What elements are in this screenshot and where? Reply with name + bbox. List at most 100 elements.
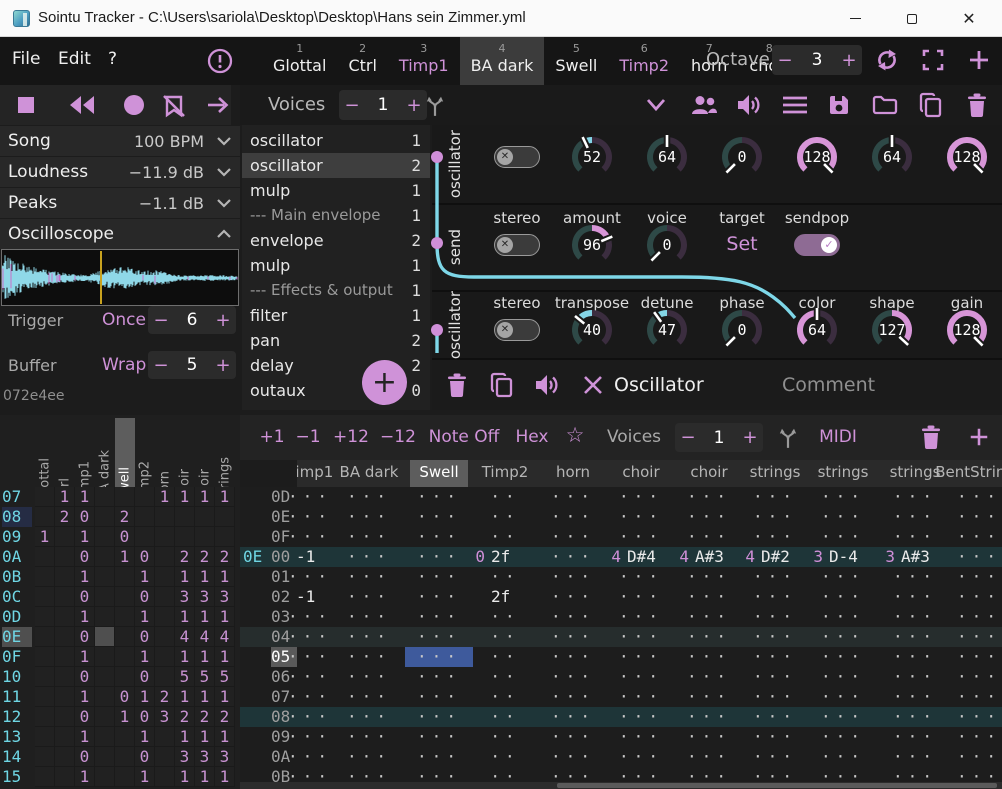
order-cell[interactable] — [35, 667, 55, 687]
empty-cell[interactable]: ··· — [607, 527, 675, 547]
minimize-button[interactable] — [832, 0, 878, 37]
order-cell[interactable]: 5 — [215, 667, 235, 687]
order-cell[interactable] — [35, 607, 55, 627]
order-cell[interactable]: 1 — [75, 607, 95, 627]
order-cell[interactable] — [55, 667, 75, 687]
empty-cell[interactable]: ··· — [881, 687, 949, 707]
order-cell[interactable]: 1 — [135, 727, 155, 747]
order-cell[interactable]: 3 — [215, 587, 235, 607]
order-row-number-11[interactable]: 11 — [2, 687, 32, 707]
order-cell[interactable] — [95, 527, 115, 547]
pattern-voices-minus-button[interactable]: − — [675, 427, 701, 448]
empty-cell[interactable]: ··· — [881, 667, 949, 687]
empty-cell[interactable]: ··· — [276, 727, 344, 747]
empty-cell[interactable]: ··· — [405, 727, 473, 747]
empty-cell[interactable]: ··· — [945, 647, 1002, 667]
order-cell[interactable]: 1 — [115, 547, 135, 567]
rewind-icon[interactable] — [68, 95, 96, 115]
order-cell[interactable] — [35, 647, 55, 667]
empty-cell[interactable]: ··· — [675, 747, 743, 767]
stereo-toggle[interactable]: ✕ — [494, 146, 540, 168]
order-cell[interactable] — [155, 507, 175, 527]
add-unit-button[interactable]: + — [362, 360, 407, 405]
empty-cell[interactable]: ··· — [335, 607, 403, 627]
empty-cell[interactable]: ··· — [675, 627, 743, 647]
order-cell[interactable]: 1 — [195, 487, 215, 507]
order-cell[interactable]: 2 — [155, 687, 175, 707]
copy-icon[interactable] — [919, 92, 943, 118]
order-cell[interactable] — [155, 747, 175, 767]
empty-cell[interactable]: ··· — [607, 607, 675, 627]
empty-cell[interactable]: ··· — [881, 527, 949, 547]
empty-cell[interactable]: ··· — [675, 667, 743, 687]
track-header-strings-7[interactable]: strings — [750, 463, 801, 481]
empty-cell[interactable]: ··· — [675, 527, 743, 547]
empty-cell[interactable]: ··· — [539, 607, 607, 627]
track-header-bentstrings-10[interactable]: BentStrings — [935, 463, 1002, 481]
order-cell[interactable] — [155, 647, 175, 667]
empty-cell[interactable]: ··· — [405, 747, 473, 767]
close-button[interactable]: ✕ — [946, 0, 992, 37]
warning-icon[interactable] — [206, 47, 234, 75]
empty-cell[interactable]: ··· — [809, 727, 877, 747]
order-cell[interactable]: 0 — [75, 747, 95, 767]
empty-cell[interactable]: ··· — [741, 667, 809, 687]
empty-cell[interactable]: ··· — [741, 587, 809, 607]
order-cell[interactable] — [35, 487, 55, 507]
order-cell[interactable] — [95, 767, 115, 787]
song-row[interactable]: Song 100 BPM — [0, 126, 240, 156]
empty-cell[interactable]: ··· — [809, 587, 877, 607]
order-cell[interactable]: 2 — [215, 707, 235, 727]
order-cell[interactable]: 1 — [195, 647, 215, 667]
order-cell[interactable]: 1 — [175, 567, 195, 587]
order-cell[interactable] — [155, 527, 175, 547]
track-header-choir-6[interactable]: choir — [690, 463, 727, 481]
buffer-minus-button[interactable]: − — [148, 355, 174, 376]
empty-cell[interactable]: ··· — [607, 707, 675, 727]
empty-cell[interactable]: ··· — [335, 727, 403, 747]
empty-cell[interactable]: ··· — [539, 667, 607, 687]
cell-note[interactable]: -1 — [296, 587, 315, 607]
chevron-down-icon[interactable] — [216, 198, 232, 208]
empty-cell[interactable]: ··· — [675, 567, 743, 587]
order-cell[interactable]: 0 — [135, 707, 155, 727]
empty-cell[interactable]: ··· — [276, 667, 344, 687]
order-cell[interactable]: 4 — [195, 627, 215, 647]
cell-note[interactable]: D-4 — [829, 547, 858, 567]
empty-cell[interactable]: ··· — [405, 587, 473, 607]
order-cell[interactable] — [155, 767, 175, 787]
note-off-button[interactable]: Note Off — [429, 427, 500, 447]
order-cell[interactable] — [155, 627, 175, 647]
empty-cell[interactable]: ··· — [335, 527, 403, 547]
order-cell[interactable]: 4 — [175, 627, 195, 647]
order-cell[interactable]: 3 — [155, 707, 175, 727]
order-row-number-0B[interactable]: 0B — [2, 567, 32, 587]
chevron-down-icon[interactable] — [216, 167, 232, 177]
empty-cell[interactable]: ··· — [809, 487, 877, 507]
order-cell[interactable] — [35, 767, 55, 787]
empty-cell[interactable]: ··· — [881, 487, 949, 507]
order-cell[interactable]: 1 — [195, 767, 215, 787]
order-cell[interactable] — [95, 727, 115, 747]
chevron-down-icon[interactable] — [216, 136, 232, 146]
order-cell[interactable] — [175, 507, 195, 527]
follow-off-icon[interactable] — [161, 93, 187, 119]
order-cell[interactable] — [95, 487, 115, 507]
order-cell[interactable] — [95, 587, 115, 607]
order-cell[interactable] — [55, 707, 75, 727]
unit-list-item-oscillator[interactable]: oscillator1 — [242, 128, 430, 153]
buffer-plus-button[interactable]: + — [210, 355, 236, 376]
order-cell[interactable] — [155, 727, 175, 747]
empty-cell[interactable]: ··· — [539, 627, 607, 647]
empty-cell[interactable]: ··· — [881, 627, 949, 647]
empty-cell[interactable]: ··· — [276, 527, 344, 547]
empty-cell[interactable]: ··· — [539, 587, 607, 607]
track-header-strings-8[interactable]: strings — [818, 463, 869, 481]
knob-shape[interactable]: 127 — [867, 305, 917, 355]
order-cell[interactable]: 2 — [55, 507, 75, 527]
unit-list-item-envelope[interactable]: envelope2 — [242, 228, 430, 253]
knob-detune[interactable]: 47 — [642, 305, 692, 355]
add-icon[interactable] — [967, 48, 991, 72]
order-row-number-0F[interactable]: 0F — [2, 647, 32, 667]
empty-cell[interactable]: ··· — [607, 687, 675, 707]
